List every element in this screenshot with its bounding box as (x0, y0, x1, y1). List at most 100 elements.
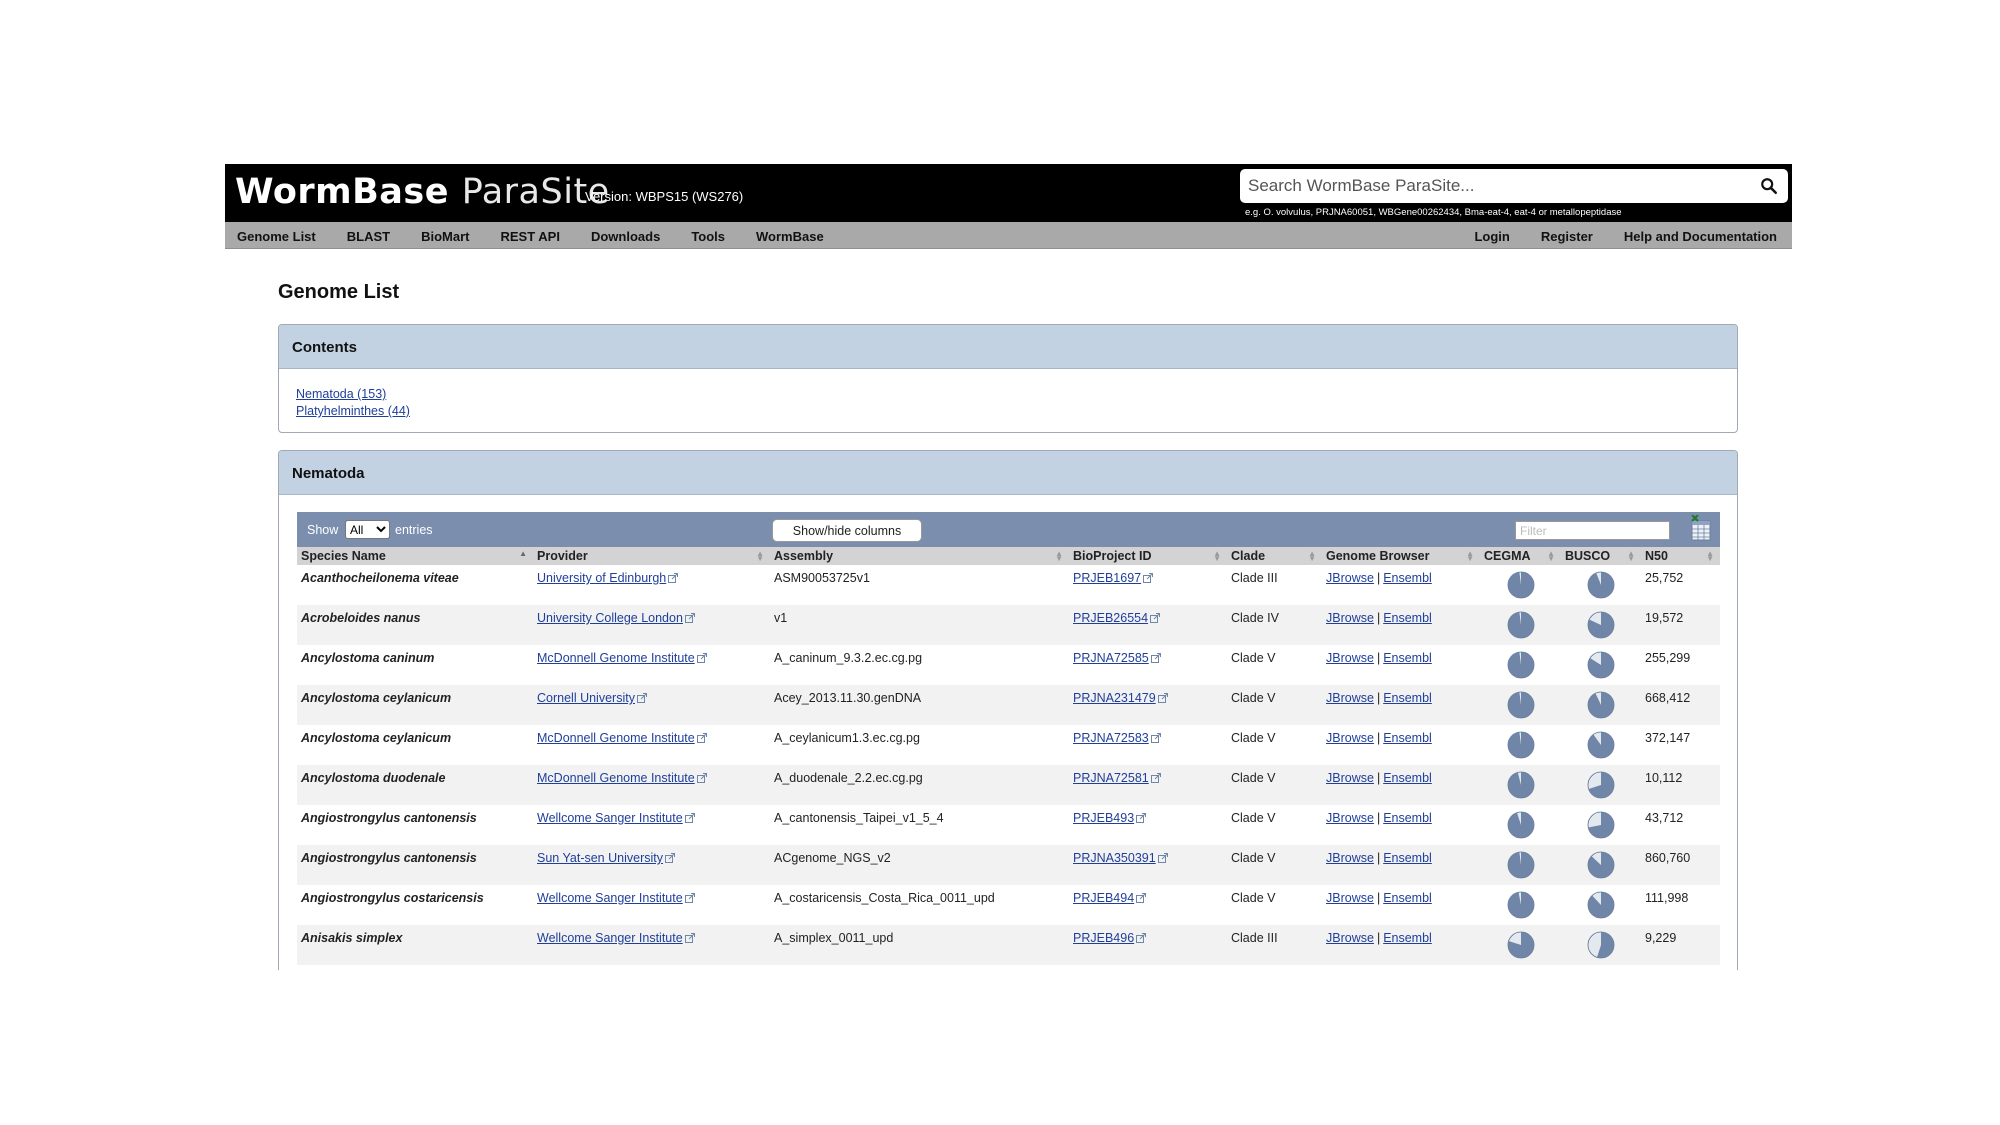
column-header-bioproject-id[interactable]: BioProject ID ▲ ▼ (1069, 547, 1227, 565)
jbrowse-link[interactable]: JBrowse (1326, 891, 1374, 905)
species-link[interactable]: Acrobeloides nanus (301, 611, 420, 625)
provider-link[interactable]: Wellcome Sanger Institute (537, 891, 683, 905)
jbrowse-link[interactable]: JBrowse (1326, 771, 1374, 785)
search-icon[interactable] (1760, 177, 1778, 195)
nav-help-and-documentation[interactable]: Help and Documentation (1624, 229, 1777, 244)
column-header-label: CEGMA (1484, 549, 1531, 563)
bioproject-link[interactable]: PRJNA350391 (1073, 851, 1156, 865)
column-header-genome-browser[interactable]: Genome Browser ▲ ▼ (1322, 547, 1480, 565)
column-header-assembly[interactable]: Assembly ▲ ▼ (770, 547, 1069, 565)
bioproject-link[interactable]: PRJNA72583 (1073, 731, 1149, 745)
column-header-clade[interactable]: Clade ▲ ▼ (1227, 547, 1322, 565)
column-header-label: BioProject ID (1073, 549, 1152, 563)
show-hide-columns-button[interactable]: Show/hide columns (772, 519, 922, 542)
species-link[interactable]: Ancylostoma caninum (301, 651, 434, 665)
filter-input[interactable] (1515, 521, 1670, 540)
external-link-icon (1136, 813, 1147, 823)
column-header-cegma[interactable]: CEGMA ▲ ▼ (1480, 547, 1561, 565)
external-link-icon (1157, 693, 1168, 703)
ensembl-link[interactable]: Ensembl (1383, 571, 1432, 585)
species-link[interactable]: Angiostrongylus costaricensis (301, 891, 484, 905)
provider-link[interactable]: Wellcome Sanger Institute (537, 811, 683, 825)
busco-cell (1561, 605, 1641, 645)
bioproject-cell: PRJNA350391 (1069, 845, 1227, 885)
species-link[interactable]: Ancylostoma ceylanicum (301, 731, 451, 745)
bioproject-link[interactable]: PRJEB26554 (1073, 611, 1148, 625)
ensembl-link[interactable]: Ensembl (1383, 811, 1432, 825)
busco-pie (1587, 691, 1615, 719)
provider-link[interactable]: McDonnell Genome Institute (537, 771, 695, 785)
bioproject-link[interactable]: PRJEB1697 (1073, 571, 1141, 585)
provider-link[interactable]: Wellcome Sanger Institute (537, 931, 683, 945)
ensembl-link[interactable]: Ensembl (1383, 691, 1432, 705)
provider-link[interactable]: Sun Yat-sen University (537, 851, 663, 865)
busco-cell (1561, 685, 1641, 725)
column-header-species-name[interactable]: Species Name ▲ (297, 547, 533, 565)
genome-table: Species Name ▲ Provider ▲ ▼ Assembly ▲ ▼ BioProj… (297, 547, 1720, 965)
nav-wormbase[interactable]: WormBase (756, 229, 824, 244)
cegma-cell (1480, 725, 1561, 765)
search-input[interactable] (1248, 173, 1748, 199)
species-link[interactable]: Anisakis simplex (301, 931, 402, 945)
nav-login[interactable]: Login (1474, 229, 1509, 244)
column-header-n50[interactable]: N50 ▲ ▼ (1641, 547, 1720, 565)
busco-pie (1587, 811, 1615, 839)
site-logo[interactable]: WormBase ParaSite (235, 172, 610, 212)
bioproject-link[interactable]: PRJNA72585 (1073, 651, 1149, 665)
ensembl-link[interactable]: Ensembl (1383, 651, 1432, 665)
species-link[interactable]: Angiostrongylus cantonensis (301, 851, 477, 865)
column-header-busco[interactable]: BUSCO ▲ ▼ (1561, 547, 1641, 565)
external-link-icon (684, 893, 695, 903)
search-box (1240, 169, 1788, 203)
jbrowse-link[interactable]: JBrowse (1326, 571, 1374, 585)
nav-register[interactable]: Register (1541, 229, 1593, 244)
bioproject-link[interactable]: PRJEB494 (1073, 891, 1134, 905)
nav-tools[interactable]: Tools (691, 229, 725, 244)
contents-link-nematoda[interactable]: Nematoda (153) (296, 386, 1737, 403)
ensembl-link[interactable]: Ensembl (1383, 771, 1432, 785)
species-link[interactable]: Angiostrongylus cantonensis (301, 811, 477, 825)
jbrowse-link[interactable]: JBrowse (1326, 651, 1374, 665)
provider-link[interactable]: McDonnell Genome Institute (537, 731, 695, 745)
browser-separator: | (1376, 851, 1381, 865)
jbrowse-link[interactable]: JBrowse (1326, 611, 1374, 625)
provider-link[interactable]: University College London (537, 611, 683, 625)
bioproject-link[interactable]: PRJEB493 (1073, 811, 1134, 825)
ensembl-link[interactable]: Ensembl (1383, 891, 1432, 905)
provider-link[interactable]: McDonnell Genome Institute (537, 651, 695, 665)
jbrowse-link[interactable]: JBrowse (1326, 811, 1374, 825)
nav-downloads[interactable]: Downloads (591, 229, 660, 244)
export-excel-icon[interactable] (1690, 515, 1712, 541)
jbrowse-link[interactable]: JBrowse (1326, 931, 1374, 945)
assembly-cell: ASM90053725v1 (774, 571, 870, 585)
column-header-provider[interactable]: Provider ▲ ▼ (533, 547, 770, 565)
species-link[interactable]: Ancylostoma ceylanicum (301, 691, 451, 705)
nav-rest-api[interactable]: REST API (500, 229, 559, 244)
nav-genome-list[interactable]: Genome List (237, 229, 316, 244)
jbrowse-link[interactable]: JBrowse (1326, 731, 1374, 745)
jbrowse-link[interactable]: JBrowse (1326, 691, 1374, 705)
bioproject-link[interactable]: PRJNA72581 (1073, 771, 1149, 785)
species-link[interactable]: Acanthocheilonema viteae (301, 571, 459, 585)
entries-select[interactable]: All (345, 520, 390, 539)
provider-link[interactable]: University of Edinburgh (537, 571, 666, 585)
jbrowse-link[interactable]: JBrowse (1326, 851, 1374, 865)
ensembl-link[interactable]: Ensembl (1383, 731, 1432, 745)
contents-link-platyhelminthes[interactable]: Platyhelminthes (44) (296, 403, 1737, 420)
ensembl-link[interactable]: Ensembl (1383, 851, 1432, 865)
bioproject-link[interactable]: PRJNA231479 (1073, 691, 1156, 705)
n50-cell: 668,412 (1641, 685, 1720, 725)
bioproject-link[interactable]: PRJEB496 (1073, 931, 1134, 945)
column-header-label: BUSCO (1565, 549, 1611, 563)
provider-link[interactable]: Cornell University (537, 691, 635, 705)
sort-icon: ▲ ▼ (756, 549, 764, 563)
ensembl-link[interactable]: Ensembl (1383, 611, 1432, 625)
column-header-label: Genome Browser (1326, 549, 1430, 563)
busco-pie (1587, 771, 1615, 799)
cegma-pie (1507, 851, 1534, 879)
nav-biomart[interactable]: BioMart (421, 229, 469, 244)
nav-blast[interactable]: BLAST (347, 229, 390, 244)
species-link[interactable]: Ancylostoma duodenale (301, 771, 445, 785)
ensembl-link[interactable]: Ensembl (1383, 931, 1432, 945)
bioproject-cell: PRJEB493 (1069, 805, 1227, 845)
